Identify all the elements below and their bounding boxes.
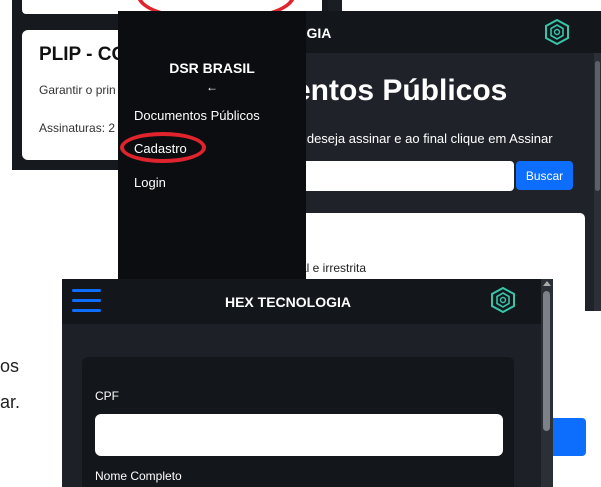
search-button[interactable]: Buscar [516,161,573,190]
sidebar-item-documentos-publicos[interactable]: Documentos Públicos [134,108,260,123]
hexagon-logo-icon[interactable] [490,287,516,313]
registration-form: CPF Nome Completo [82,357,514,487]
peeking-blue-button[interactable] [552,418,586,456]
back-arrow-icon[interactable]: ← [118,80,306,94]
hexagon-logo-icon[interactable] [544,19,570,45]
clipped-text-line: os [0,356,20,376]
sidebar-drawer: DSR BRASIL ← Documentos Públicos Cadastr… [118,11,306,311]
clipped-text-line: ar. [0,392,21,412]
cpf-label: CPF [95,389,119,403]
peeking-card [552,359,586,417]
scroll-up-arrow-icon[interactable] [543,281,551,286]
cadastro-screen: HEX TECNOLOGIA CPF Nome Completo [62,279,553,487]
card-description: Garantir o prin [39,83,116,97]
card-signature-count: Assinaturas: 2 [39,121,116,135]
sidebar-item-login[interactable]: Login [134,175,166,190]
peeking-card [552,460,586,487]
full-name-label: Nome Completo [95,469,182,483]
page-subtitle: e deseja assinar e ao final clique em As… [296,131,553,146]
red-highlight-circle [120,132,206,163]
document-description: al e irrestrita [300,261,367,275]
page-title: entos Públicos [294,74,508,107]
scrollbar-thumb[interactable] [595,61,600,191]
cpf-input[interactable] [95,414,503,456]
navbar: HEX TECNOLOGIA [62,279,553,324]
card-title: PLIP - CO [39,44,127,65]
scrollbar-thumb[interactable] [543,291,550,431]
navbar-brand[interactable]: HEX TECNOLOGIA [62,294,514,310]
sidebar-title: DSR BRASIL [169,60,255,76]
search-input[interactable] [288,161,514,191]
